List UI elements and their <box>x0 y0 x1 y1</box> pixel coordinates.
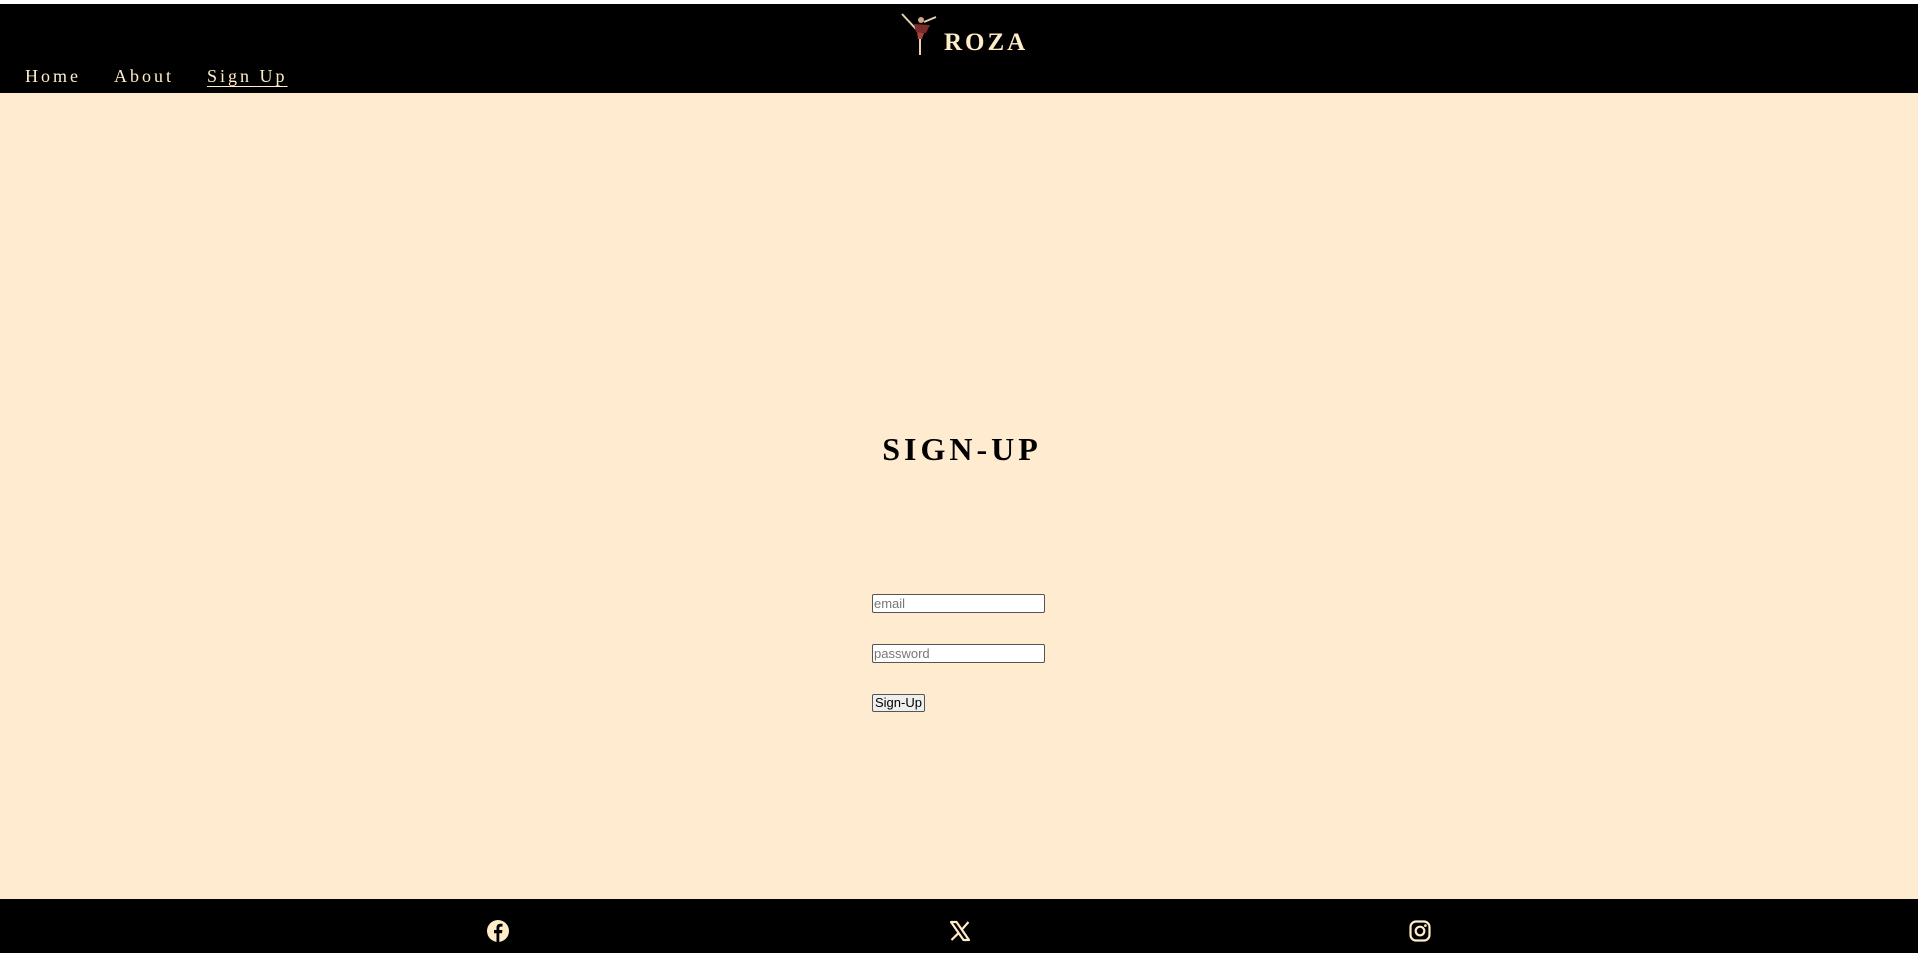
email-input[interactable] <box>872 594 1045 613</box>
dancer-logo-icon <box>901 13 937 55</box>
main-content: SIGN-UP Sign-Up <box>0 93 1918 899</box>
brand-name: ROZA <box>944 29 1029 56</box>
nav-home[interactable]: Home <box>25 67 81 88</box>
x-icon[interactable] <box>948 919 972 943</box>
main-nav: Home About Sign Up <box>25 67 288 88</box>
signup-title: SIGN-UP <box>882 431 1042 467</box>
nav-about[interactable]: About <box>114 67 174 88</box>
facebook-icon[interactable] <box>486 919 510 943</box>
signup-form: SIGN-UP Sign-Up <box>872 431 1048 712</box>
brand[interactable]: ROZA <box>900 11 1028 57</box>
site-footer <box>0 899 1918 953</box>
nav-sign-up[interactable]: Sign Up <box>207 67 288 88</box>
site-header: ROZA Home About Sign Up <box>0 4 1918 93</box>
instagram-icon[interactable] <box>1408 919 1432 943</box>
signup-button[interactable]: Sign-Up <box>872 694 925 712</box>
password-input[interactable] <box>872 644 1045 663</box>
